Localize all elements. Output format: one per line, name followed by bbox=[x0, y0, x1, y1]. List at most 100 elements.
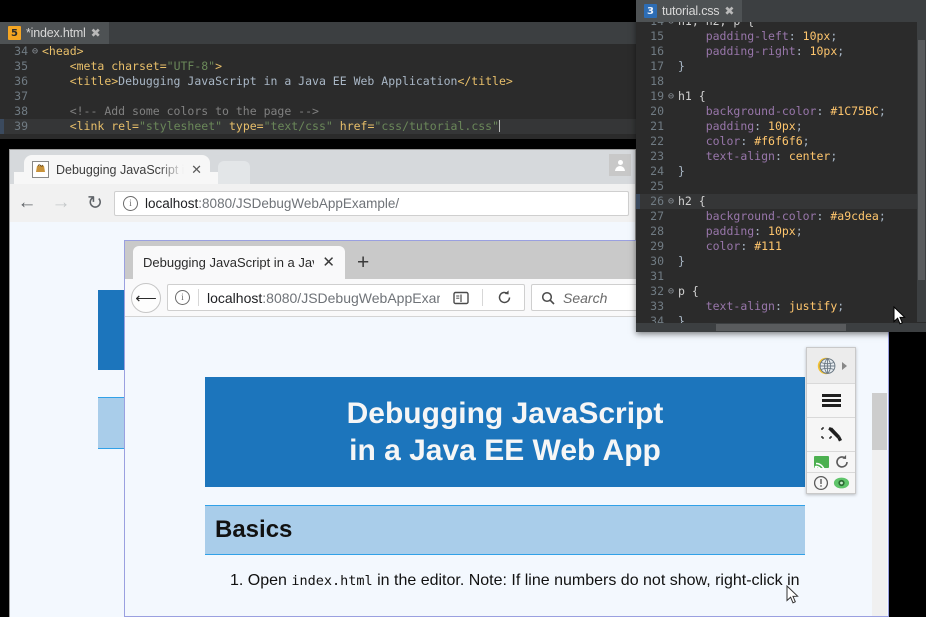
fold-spacer bbox=[666, 239, 676, 254]
code-line[interactable]: 30} bbox=[636, 254, 926, 269]
scrollbar-thumb[interactable] bbox=[918, 40, 925, 280]
close-icon[interactable]: ✖ bbox=[724, 5, 734, 17]
hamburger-menu-icon[interactable] bbox=[822, 394, 841, 407]
page-inspect-menu-row[interactable] bbox=[807, 384, 855, 418]
code-line[interactable]: 34⊖<head> bbox=[0, 44, 640, 59]
info-circle-icon[interactable]: i bbox=[123, 196, 138, 211]
chrome-tab[interactable]: Debugging JavaScript in ✕ bbox=[24, 155, 210, 184]
line-change-marker bbox=[0, 119, 4, 134]
list-item-1-prefix: 1. Open bbox=[230, 572, 291, 589]
netbeans-connector-row[interactable] bbox=[807, 348, 855, 384]
code-line[interactable]: 24} bbox=[636, 164, 926, 179]
page-h1-line2: in a Java EE Web App bbox=[215, 432, 795, 469]
code-line[interactable]: 32⊖p { bbox=[636, 284, 926, 299]
fold-spacer bbox=[666, 119, 676, 134]
page-list-item-1: 1. Open index.html in the editor. Note: … bbox=[205, 572, 825, 590]
code-line[interactable]: 14⊖h1, h2, p { bbox=[636, 22, 926, 29]
fold-spacer bbox=[30, 104, 40, 119]
netbeans-css-editor-window[interactable]: 3 tutorial.css ✖ 14⊖h1, h2, p {15 paddin… bbox=[636, 0, 926, 332]
code-line[interactable]: 37 bbox=[0, 89, 640, 104]
editor-tab-tutorial-css[interactable]: 3 tutorial.css ✖ bbox=[636, 0, 742, 22]
list-item-1-code: index.html bbox=[291, 573, 372, 589]
html5-file-icon: 5 bbox=[8, 26, 21, 40]
css-editor-horizontal-scrollbar[interactable] bbox=[636, 323, 926, 332]
code-text: padding: 10px; bbox=[676, 224, 803, 239]
code-text: } bbox=[676, 164, 685, 179]
fold-spacer bbox=[666, 59, 676, 74]
code-text: color: #f6f6f6; bbox=[676, 134, 810, 149]
chrome-toolbar: ← → ↻ i localhost:8080/JSDebugWebAppExam… bbox=[10, 184, 635, 223]
info-circle-icon[interactable]: i bbox=[175, 290, 190, 305]
css-source-code[interactable]: 14⊖h1, h2, p {15 padding-left: 10px;16 p… bbox=[636, 22, 926, 332]
code-text: } bbox=[676, 59, 685, 74]
css3-file-icon: 3 bbox=[644, 4, 657, 18]
new-tab-button[interactable]: + bbox=[357, 252, 369, 273]
code-line[interactable]: 31 bbox=[636, 269, 926, 284]
code-text: <meta charset="UTF-8"> bbox=[40, 59, 222, 74]
fold-toggle-icon[interactable]: ⊖ bbox=[666, 22, 676, 29]
editor-tab-index-html[interactable]: 5 *index.html ✖ bbox=[0, 22, 109, 44]
html-source-code[interactable]: 34⊖<head>35 <meta charset="UTF-8">36 <ti… bbox=[0, 44, 640, 139]
url-separator-2 bbox=[482, 289, 483, 306]
firefox-address-bar[interactable]: i localhost:8080/JSDebugWebAppExample/ bbox=[167, 284, 525, 311]
select-mode-row[interactable] bbox=[807, 418, 855, 452]
profile-avatar-icon[interactable] bbox=[609, 154, 631, 176]
fold-toggle-icon[interactable]: ⊖ bbox=[666, 284, 676, 299]
close-icon[interactable]: ✖ bbox=[91, 27, 101, 39]
code-line[interactable]: 15 padding-left: 10px; bbox=[636, 29, 926, 44]
code-line[interactable]: 27 background-color: #a9cdea; bbox=[636, 209, 926, 224]
fold-toggle-icon[interactable]: ⊖ bbox=[666, 89, 676, 104]
chrome-address-bar[interactable]: i localhost:8080/JSDebugWebAppExample/ bbox=[114, 191, 629, 216]
code-text: h2 { bbox=[676, 194, 706, 209]
firefox-tab[interactable]: Debugging JavaScript in a Java... ✕ bbox=[133, 246, 345, 279]
reader-mode-icon[interactable] bbox=[448, 285, 474, 311]
code-text: <title>Debugging JavaScript in a Java EE… bbox=[40, 74, 513, 89]
code-line[interactable]: 28 padding: 10px; bbox=[636, 224, 926, 239]
code-line[interactable]: 18 bbox=[636, 74, 926, 89]
code-line[interactable]: 21 padding: 10px; bbox=[636, 119, 926, 134]
code-line[interactable]: 20 background-color: #1C75BC; bbox=[636, 104, 926, 119]
css-editor-vertical-scrollbar[interactable] bbox=[917, 22, 926, 322]
code-line[interactable]: 38 <!-- Add some colors to the page --> bbox=[0, 104, 640, 119]
code-line[interactable]: 16 padding-right: 10px; bbox=[636, 44, 926, 59]
inspect-actions-row[interactable] bbox=[807, 452, 855, 473]
code-line[interactable]: 39 <link rel="stylesheet" type="text/css… bbox=[0, 119, 640, 134]
reload-icon[interactable] bbox=[491, 285, 517, 311]
url-path: :8080/JSDebugWebAppExample/ bbox=[198, 196, 399, 211]
netbeans-browser-toolbar[interactable] bbox=[806, 347, 856, 494]
code-line[interactable]: 36 <title>Debugging JavaScript in a Java… bbox=[0, 74, 640, 89]
close-icon[interactable]: ✕ bbox=[322, 255, 335, 270]
code-line[interactable]: 35 <meta charset="UTF-8"> bbox=[0, 59, 640, 74]
chevron-right-icon[interactable] bbox=[842, 362, 847, 370]
coffee-cup-favicon bbox=[32, 161, 49, 178]
select-mode-icon bbox=[818, 423, 844, 447]
status-actions-row[interactable] bbox=[807, 473, 855, 493]
code-text: <link rel="stylesheet" type="text/css" h… bbox=[40, 119, 500, 134]
new-tab-button[interactable] bbox=[218, 161, 250, 184]
code-line[interactable]: 26⊖h2 { bbox=[636, 194, 926, 209]
code-line[interactable]: 23 text-align: center; bbox=[636, 149, 926, 164]
code-line[interactable]: 19⊖h1 { bbox=[636, 89, 926, 104]
code-line[interactable]: 33 text-align: justify; bbox=[636, 299, 926, 314]
firefox-page-viewport[interactable]: Debugging JavaScript in a Java EE Web Ap… bbox=[125, 317, 888, 616]
close-icon[interactable]: ✕ bbox=[191, 163, 202, 176]
code-text: text-align: center; bbox=[676, 149, 837, 164]
back-arrow-icon[interactable]: ⟵ bbox=[131, 283, 161, 313]
code-text bbox=[676, 269, 678, 284]
page-scrollbar[interactable] bbox=[872, 393, 887, 616]
line-number: 30 bbox=[636, 254, 666, 269]
code-line[interactable]: 29 color: #111 bbox=[636, 239, 926, 254]
code-text: background-color: #a9cdea; bbox=[676, 209, 886, 224]
page-scrollbar-thumb[interactable] bbox=[872, 393, 887, 450]
code-line[interactable]: 17} bbox=[636, 59, 926, 74]
scrollbar-thumb[interactable] bbox=[716, 324, 846, 331]
back-arrow-icon[interactable]: ← bbox=[10, 184, 44, 222]
reload-icon[interactable]: ↻ bbox=[78, 184, 112, 222]
code-line[interactable]: 25 bbox=[636, 179, 926, 194]
page-h1-line1: Debugging JavaScript bbox=[215, 395, 795, 432]
fold-toggle-icon[interactable]: ⊖ bbox=[30, 44, 40, 59]
search-placeholder: Search bbox=[563, 290, 607, 306]
netbeans-html-editor-window[interactable]: 5 *index.html ✖ 34⊖<head>35 <meta charse… bbox=[0, 22, 640, 139]
fold-toggle-icon[interactable]: ⊖ bbox=[666, 194, 676, 209]
code-line[interactable]: 22 color: #f6f6f6; bbox=[636, 134, 926, 149]
